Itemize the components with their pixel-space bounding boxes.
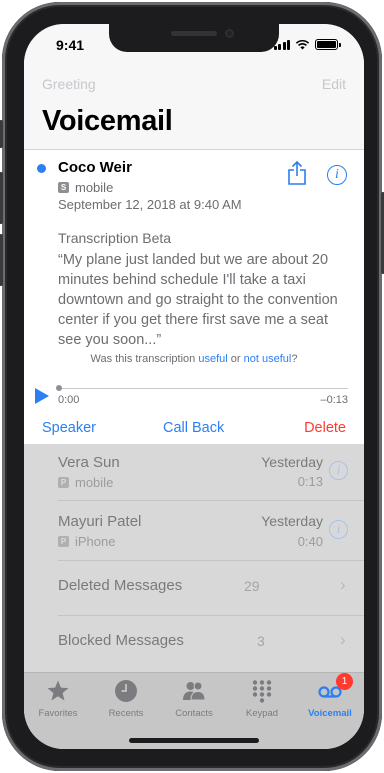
play-icon[interactable] (35, 388, 49, 404)
clock-icon (115, 680, 137, 702)
voicemail-actions: Speaker Call Back Delete (24, 420, 364, 444)
delete-button[interactable]: Delete (304, 420, 346, 436)
tab-label: Favorites (38, 708, 78, 719)
tab-label: Recents (108, 708, 144, 719)
greeting-button[interactable]: Greeting (42, 76, 96, 92)
sim-badge: P (58, 477, 69, 488)
contacts-icon (183, 681, 206, 701)
scrubber-knob[interactable] (56, 385, 62, 391)
voicemail-date: Yesterday (261, 454, 323, 470)
speaker-button[interactable]: Speaker (42, 420, 96, 436)
feedback-or: or (227, 353, 244, 365)
list-item[interactable]: Vera Sun P mobile Yesterday 0:13 i (24, 444, 364, 501)
tab-label: Keypad (245, 708, 279, 719)
transcription-feedback: Was this transcription useful or not use… (24, 353, 364, 365)
mailbox-name: Deleted Messages (58, 577, 183, 594)
notch (109, 24, 279, 52)
feedback-suffix: ? (291, 353, 298, 365)
keypad-icon (252, 680, 272, 703)
voicemail-list: Vera Sun P mobile Yesterday 0:13 i Mayur… (24, 444, 364, 672)
mailbox-name: Blocked Messages (58, 632, 184, 649)
unread-dot (37, 164, 46, 173)
voicemail-date: Yesterday (261, 513, 323, 529)
voicemail-duration: 0:13 (297, 474, 323, 489)
list-item[interactable]: Mayuri Patel P iPhone Yesterday 0:40 i (24, 501, 364, 561)
info-icon[interactable]: i (329, 520, 348, 539)
call-back-button[interactable]: Call Back (163, 420, 224, 436)
sim-badge: S (58, 182, 69, 193)
tab-keypad[interactable]: Keypad (228, 673, 296, 723)
mute-switch (0, 120, 3, 148)
feedback-prefix: Was this transcription (90, 353, 199, 365)
star-icon (47, 680, 69, 701)
page-title: Voicemail (42, 105, 173, 137)
chevron-right-icon: › (340, 630, 346, 649)
wifi-icon (295, 39, 310, 50)
deleted-messages-row[interactable]: Deleted Messages 29 › (24, 561, 364, 616)
caller-label: iPhone (75, 534, 116, 549)
tab-label: Voicemail (308, 708, 352, 719)
elapsed-time: 0:00 (58, 394, 80, 406)
volume-up-button (0, 172, 3, 224)
tab-label: Contacts (175, 708, 213, 719)
info-icon[interactable]: i (329, 461, 348, 480)
voicemail-date: September 12, 2018 at 9:40 AM (58, 197, 242, 212)
volume-down-button (0, 234, 3, 286)
useful-link[interactable]: useful (198, 353, 227, 365)
battery-icon (315, 39, 341, 50)
caller-name: Coco Weir (58, 159, 132, 176)
selected-voicemail: Coco Weir S mobile September 12, 2018 at… (24, 150, 364, 444)
caller-name: Vera Sun (58, 454, 120, 471)
mailbox-count: 3 (257, 633, 265, 649)
tab-voicemail[interactable]: 1 Voicemail (296, 673, 364, 723)
share-icon[interactable] (286, 160, 308, 186)
front-camera (225, 29, 234, 38)
tab-recents[interactable]: Recents (92, 673, 160, 723)
navigation-bar: Greeting Edit Voicemail (24, 68, 364, 150)
caller-name: Mayuri Patel (58, 513, 142, 530)
mailbox-count: 29 (244, 578, 260, 594)
sim-badge: P (58, 536, 69, 547)
phone-frame: 9:41 Greeting Edit Voicemail Coco Weir S… (0, 2, 384, 771)
status-icons (273, 39, 341, 50)
voicemail-duration: 0:40 (297, 534, 323, 549)
earpiece (171, 31, 217, 36)
transcription-heading: Transcription Beta (58, 230, 172, 246)
caller-label: mobile (75, 180, 114, 195)
blocked-messages-row[interactable]: Blocked Messages 3 › (24, 616, 364, 672)
not-useful-link[interactable]: not useful (244, 353, 292, 365)
home-indicator[interactable] (129, 738, 259, 743)
transcription-text: “My plane just landed but we are about 2… (58, 252, 338, 348)
tab-badge: 1 (336, 673, 353, 690)
playback-scrubber[interactable] (58, 388, 348, 389)
info-icon[interactable]: i (327, 165, 347, 185)
tab-contacts[interactable]: Contacts (160, 673, 228, 723)
status-time: 9:41 (56, 37, 85, 53)
remaining-time: –0:13 (320, 394, 348, 406)
caller-label: mobile (75, 475, 114, 490)
tab-favorites[interactable]: Favorites (24, 673, 92, 723)
screen: 9:41 Greeting Edit Voicemail Coco Weir S… (24, 24, 364, 749)
edit-button[interactable]: Edit (322, 76, 346, 92)
chevron-right-icon: › (340, 575, 346, 594)
